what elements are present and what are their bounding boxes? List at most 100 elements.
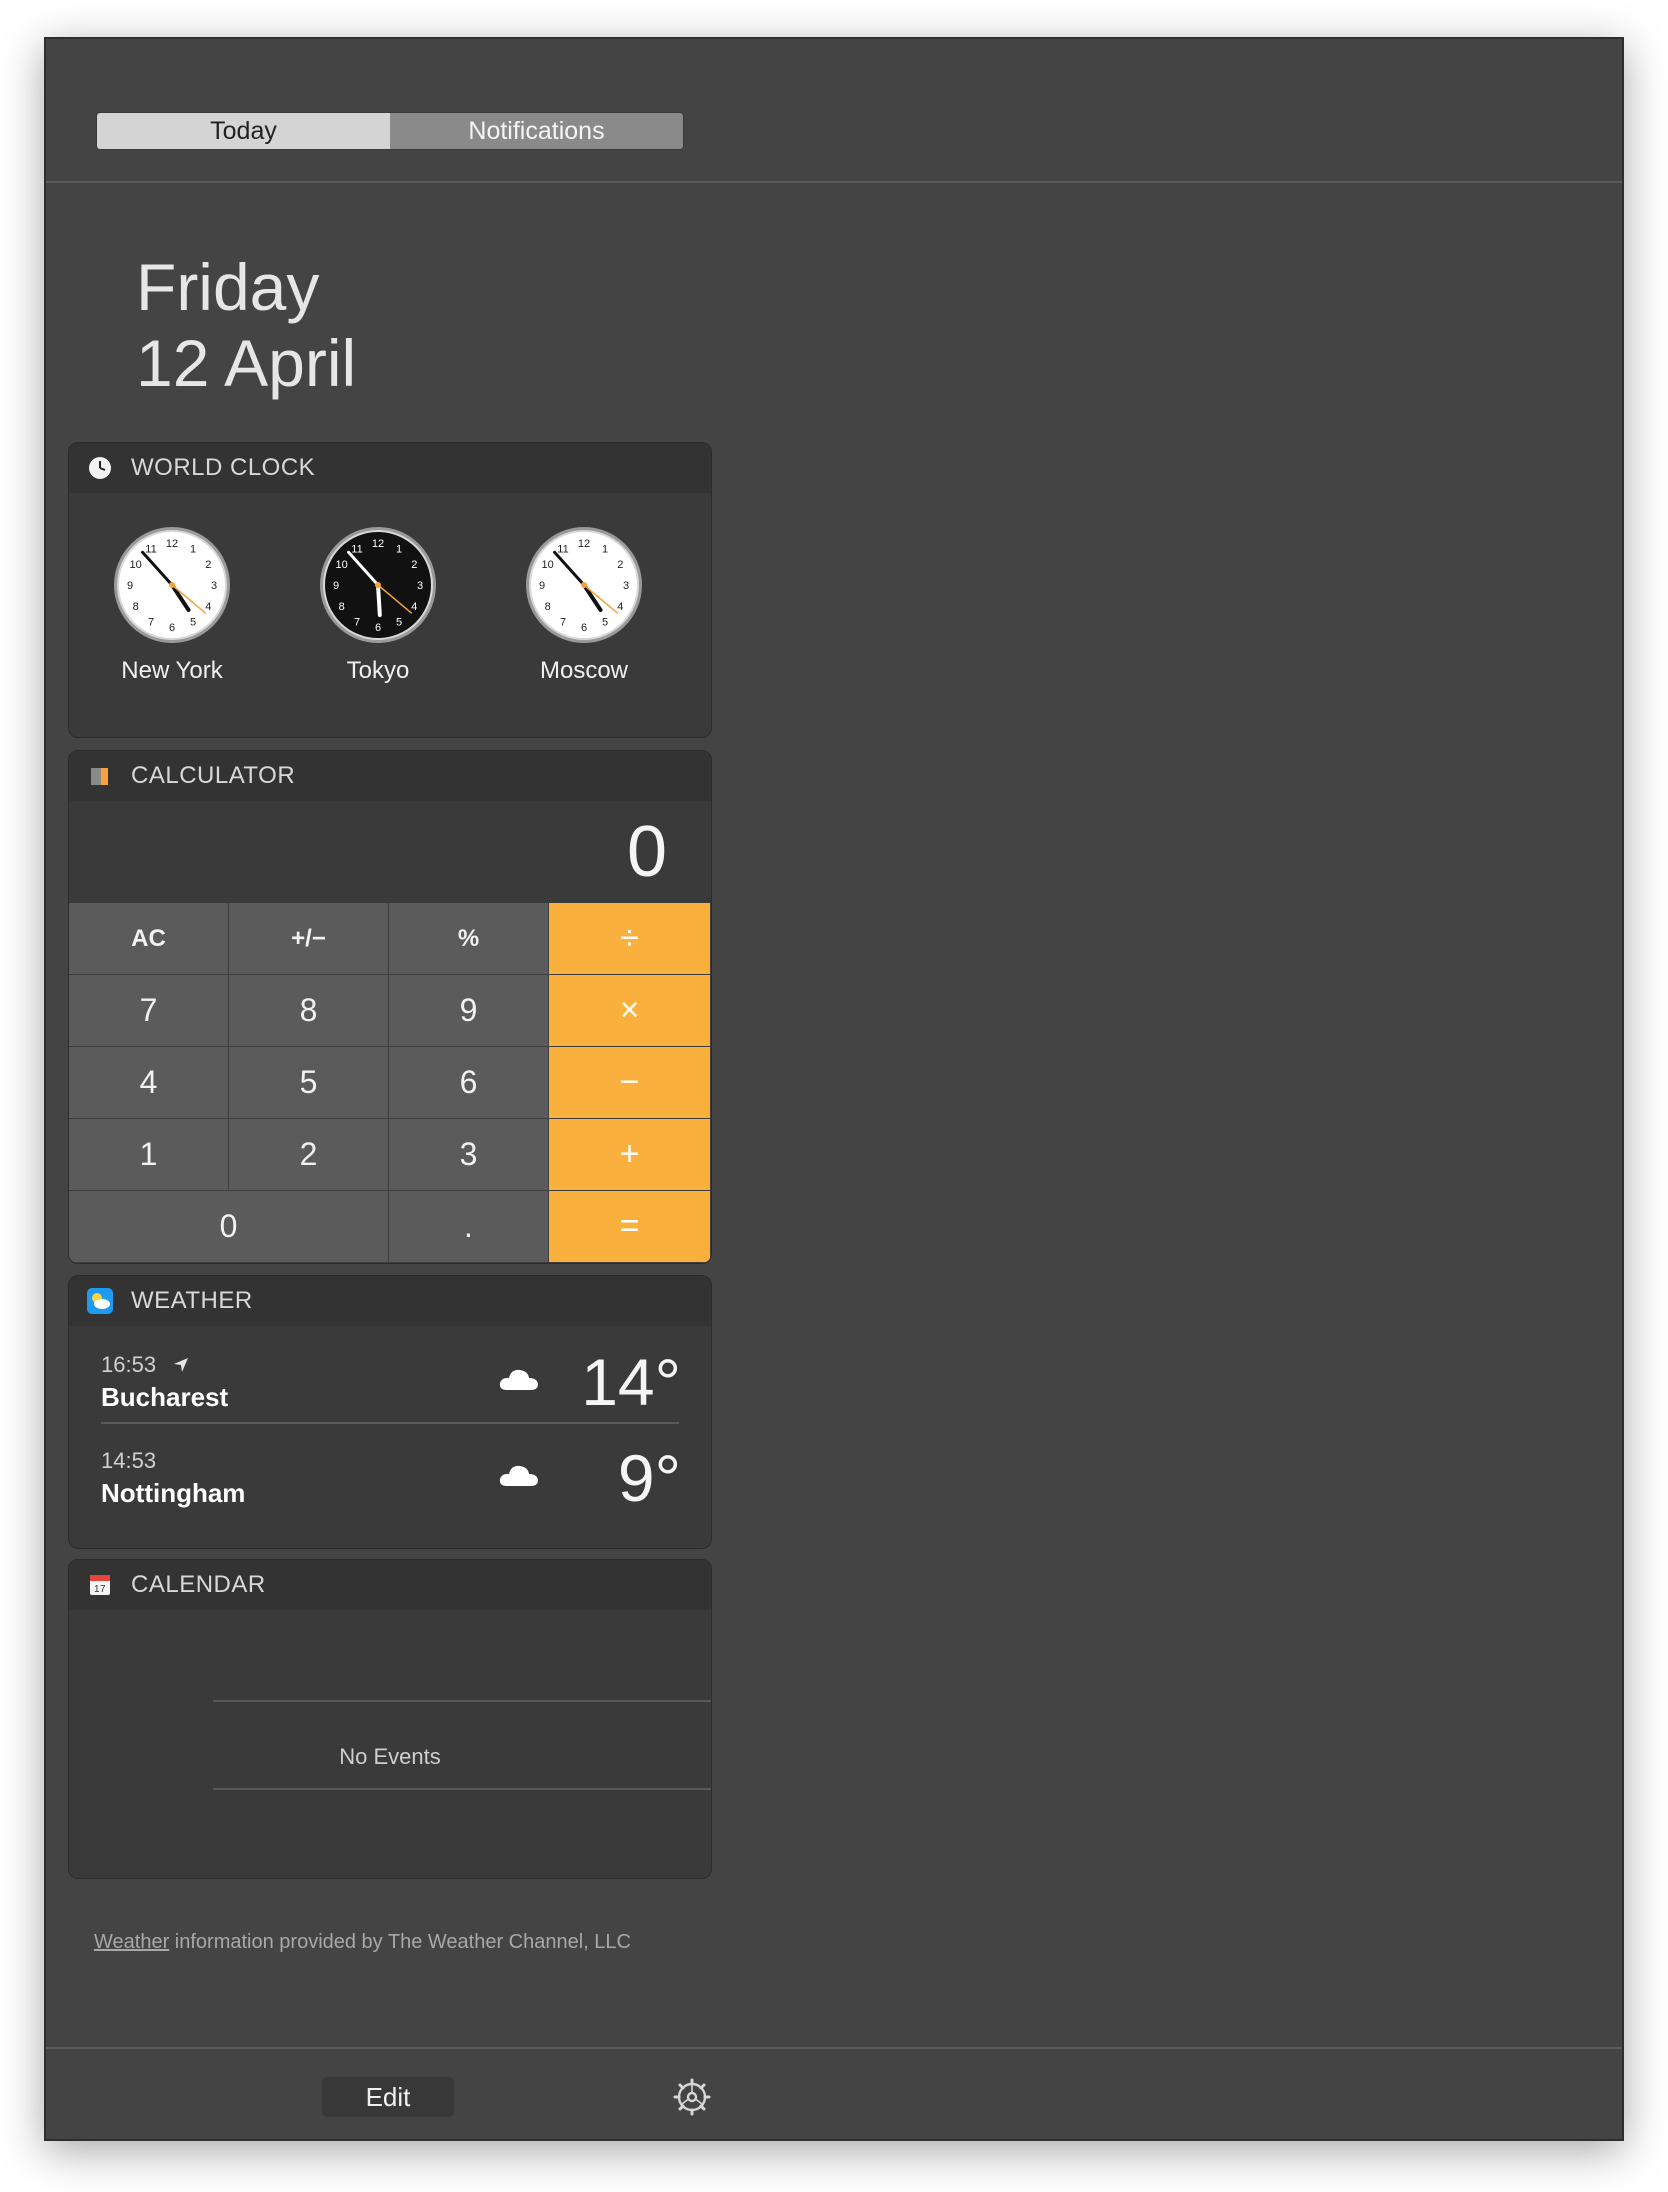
- clock-numeral: 11: [351, 544, 362, 556]
- tab-today[interactable]: Today: [97, 113, 390, 149]
- clock-numeral: 3: [623, 580, 629, 592]
- calendar-divider: [213, 1788, 711, 1790]
- notification-center-panel: Today Notifications Friday 12 April WORL…: [44, 37, 1624, 2141]
- calculator-display: 0: [69, 801, 711, 903]
- clock-numeral: 10: [542, 559, 554, 571]
- calendar-header[interactable]: 17 CALENDAR: [69, 1560, 711, 1610]
- tab-notifications[interactable]: Notifications: [390, 113, 683, 149]
- clock-item[interactable]: 12 1 2 3 4 5 6 7 8 9 10 11 Tokyo: [275, 525, 481, 685]
- analog-clock: 12 1234567891011: [526, 527, 642, 643]
- key-6[interactable]: 6: [389, 1047, 549, 1119]
- weather-temperature: 9°: [617, 1441, 681, 1515]
- tab-switcher: Today Notifications: [96, 112, 684, 150]
- calculator-header[interactable]: CALCULATOR: [69, 751, 711, 801]
- weather-row[interactable]: 16:53 Bucharest 14°: [69, 1326, 711, 1422]
- calculator-app-icon: [87, 763, 113, 789]
- calculator-widget: CALCULATOR 0 AC +/− % ÷ 7 8 9 × 4 5 6 − …: [68, 750, 712, 1264]
- clock-numeral: 1: [602, 544, 608, 556]
- clock-app-icon: [87, 455, 113, 481]
- clock-numeral: 8: [339, 601, 345, 613]
- clock-center-pin: [375, 582, 381, 588]
- key-percent[interactable]: %: [389, 903, 549, 975]
- clock-numeral: 7: [560, 616, 566, 628]
- key-all-clear[interactable]: AC: [69, 903, 229, 975]
- key-multiply[interactable]: ×: [549, 975, 711, 1047]
- clock-numeral: 1: [190, 544, 196, 556]
- clock-numeral: 12: [166, 538, 178, 550]
- key-equals[interactable]: =: [549, 1191, 711, 1263]
- weather-app-icon: [87, 1288, 113, 1314]
- gear-icon[interactable]: [672, 2077, 712, 2117]
- edit-button[interactable]: Edit: [322, 2077, 454, 2117]
- no-events-label: No Events: [339, 1744, 441, 1769]
- clock-list: 12 1 2 3 4 5 6 7 8 9 10 11 New York 12 1 2 3 4 5 6 7 8 9 10 11…: [69, 493, 711, 737]
- weather-local-time: 14:53: [101, 1448, 157, 1473]
- clock-numeral: 6: [581, 622, 587, 634]
- key-0[interactable]: 0: [69, 1191, 389, 1263]
- calculator-title: CALCULATOR: [131, 762, 296, 789]
- clock-item[interactable]: 12 1 2 3 4 5 6 7 8 9 10 11 Moscow: [481, 525, 687, 685]
- key-plus-minus[interactable]: +/−: [229, 903, 389, 975]
- clock-city-label: New York: [121, 657, 223, 684]
- clock-numeral: 6: [375, 622, 381, 634]
- panel-header: Today Notifications: [46, 39, 1622, 183]
- key-divide[interactable]: ÷: [549, 903, 711, 975]
- clock-numeral: 8: [133, 601, 139, 613]
- world-clock-widget: WORLD CLOCK 12 1 2 3 4 5 6 7 8 9 10 11 New York 12 1…: [68, 442, 712, 738]
- clock-numeral: 3: [417, 580, 423, 592]
- key-5[interactable]: 5: [229, 1047, 389, 1119]
- date-weekday: Friday: [136, 250, 320, 324]
- cloud-icon: [499, 1369, 538, 1390]
- calendar-app-icon: 17: [87, 1572, 113, 1598]
- weather-title: WEATHER: [131, 1287, 253, 1314]
- clock-numeral: 2: [617, 559, 623, 571]
- weather-widget: WEATHER 16:53 Bucharest 14° 14:53 Nottin…: [68, 1275, 712, 1549]
- key-decimal[interactable]: .: [389, 1191, 549, 1263]
- clock-numeral: 11: [557, 544, 568, 556]
- key-9[interactable]: 9: [389, 975, 549, 1047]
- weather-header[interactable]: WEATHER: [69, 1276, 711, 1326]
- clock-center-pin: [169, 582, 175, 588]
- world-clock-title: WORLD CLOCK: [131, 454, 316, 481]
- clock-numeral: 6: [169, 622, 175, 634]
- clock-numeral: 10: [336, 559, 348, 571]
- weather-city: Nottingham: [101, 1478, 246, 1508]
- clock-numeral: 4: [411, 601, 417, 613]
- key-plus[interactable]: +: [549, 1119, 711, 1191]
- weather-local-time: 16:53: [101, 1352, 190, 1378]
- clock-numeral: 11: [145, 544, 156, 556]
- clock-numeral: 4: [617, 601, 623, 613]
- weather-row[interactable]: 14:53 Nottingham 9°: [69, 1422, 711, 1518]
- world-clock-header[interactable]: WORLD CLOCK: [69, 443, 711, 493]
- clock-city-label: Tokyo: [346, 657, 410, 684]
- clock-center-pin: [581, 582, 587, 588]
- weather-temperature: 14°: [581, 1345, 681, 1419]
- clock-hour-hand: [376, 583, 382, 617]
- key-1[interactable]: 1: [69, 1119, 229, 1191]
- weather-city: Bucharest: [101, 1382, 229, 1412]
- calendar-widget: 17 CALENDAR No Events: [68, 1559, 712, 1879]
- key-4[interactable]: 4: [69, 1047, 229, 1119]
- key-3[interactable]: 3: [389, 1119, 549, 1191]
- key-7[interactable]: 7: [69, 975, 229, 1047]
- clock-numeral: 5: [190, 616, 196, 628]
- clock-numeral: 4: [205, 601, 211, 613]
- clock-numeral: 5: [602, 616, 608, 628]
- analog-clock: 12 1234567891011: [114, 527, 230, 643]
- clock-numeral: 12: [372, 538, 384, 550]
- clock-numeral: 1: [396, 544, 402, 556]
- key-8[interactable]: 8: [229, 975, 389, 1047]
- calendar-body: No Events: [69, 1610, 711, 1878]
- clock-numeral: 9: [333, 580, 339, 592]
- key-minus[interactable]: −: [549, 1047, 711, 1119]
- clock-numeral: 2: [205, 559, 211, 571]
- weather-attribution-link[interactable]: Weather: [94, 1931, 169, 1953]
- clock-numeral: 8: [545, 601, 551, 613]
- weather-attribution: Weather information provided by The Weat…: [94, 1931, 631, 1954]
- clock-numeral: 3: [211, 580, 217, 592]
- clock-numeral: 12: [578, 538, 590, 550]
- weather-attribution-text: information provided by The Weather Chan…: [169, 1931, 631, 1953]
- clock-item[interactable]: 12 1 2 3 4 5 6 7 8 9 10 11 New York: [69, 525, 275, 685]
- bottom-bar: Edit: [46, 2047, 1622, 2143]
- key-2[interactable]: 2: [229, 1119, 389, 1191]
